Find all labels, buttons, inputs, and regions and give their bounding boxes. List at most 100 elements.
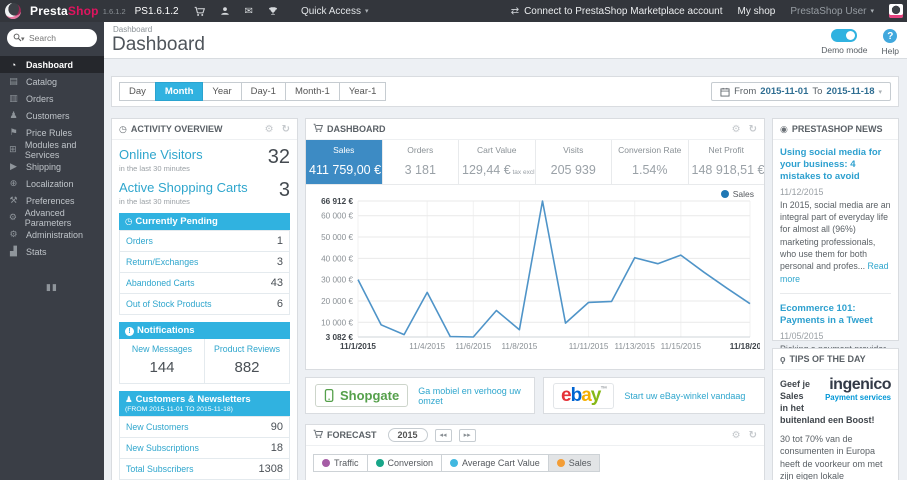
demo-mode-toggle[interactable] bbox=[831, 29, 858, 42]
customer-value: 1308 bbox=[258, 463, 283, 475]
pending-label[interactable]: Orders bbox=[126, 236, 153, 246]
sidebar-item-catalog[interactable]: ▤ Catalog bbox=[0, 73, 104, 90]
kpi-value: 129,44 € tax excl. bbox=[462, 163, 536, 177]
sidebar-item-modules-and-services[interactable]: ⊞ Modules and Services bbox=[0, 140, 104, 160]
pending-label[interactable]: Abandoned Carts bbox=[126, 278, 194, 288]
x-tick-label: 11/4/2015 bbox=[409, 342, 445, 351]
notification-label[interactable]: Product Reviews bbox=[207, 344, 287, 354]
sidebar-item-dashboard[interactable]: ◔ Dashboard bbox=[0, 56, 104, 73]
breadcrumb[interactable]: Dashboard bbox=[113, 25, 152, 34]
sidebar-item-label: Advanced Parameters bbox=[24, 207, 72, 228]
kpi-conversion-rate[interactable]: Conversion Rate 1.54% bbox=[612, 140, 689, 184]
user-menu[interactable]: PrestaShop User ▾ bbox=[790, 6, 874, 17]
help-label: Help bbox=[881, 46, 899, 56]
kpi-value: 3 181 bbox=[404, 163, 436, 177]
marketplace-link[interactable]: ⇄ Connect to PrestaShop Marketplace accou… bbox=[511, 6, 723, 17]
calendar-icon bbox=[720, 87, 730, 96]
quick-access-menu[interactable]: Quick Access ▾ bbox=[301, 6, 369, 17]
backward-button[interactable]: ◂◂ bbox=[434, 428, 452, 442]
forecast-legend-average-cart-value[interactable]: Average Cart Value bbox=[441, 454, 549, 472]
customer-row: New Customers 90 bbox=[119, 416, 290, 438]
kpi-visits[interactable]: Visits 205 939 bbox=[536, 140, 612, 184]
customer-label[interactable]: New Customers bbox=[126, 422, 189, 432]
cart-icon bbox=[313, 123, 324, 135]
kpi-cart-value[interactable]: Cart Value 129,44 € tax excl. bbox=[459, 140, 536, 184]
pending-title: Currently Pending bbox=[135, 216, 218, 227]
sidebar-item-stats[interactable]: ▟ Stats bbox=[0, 243, 104, 260]
date-from-label: From bbox=[734, 86, 757, 97]
sidebar-item-shipping[interactable]: ▶ Shipping bbox=[0, 158, 104, 175]
brand-text: PrestaShop bbox=[30, 4, 99, 18]
sidebar-item-administration[interactable]: ⚙ Administration bbox=[0, 226, 104, 243]
sidebar-item-advanced-parameters[interactable]: ⚙ Advanced Parameters bbox=[0, 207, 104, 228]
version-label: 1.6.1.2 bbox=[102, 6, 126, 16]
refresh-icon[interactable]: ↻ bbox=[749, 430, 757, 441]
range-button-day[interactable]: Day bbox=[119, 82, 156, 101]
ebay-link[interactable]: Start uw eBay-winkel vandaag bbox=[624, 391, 745, 401]
range-button-day-1[interactable]: Day-1 bbox=[240, 82, 286, 101]
range-button-year-1[interactable]: Year-1 bbox=[338, 82, 387, 101]
help-icon[interactable]: ? bbox=[883, 29, 898, 43]
kpi-net-profit[interactable]: Net Profit 148 918,51 € tax excl. bbox=[689, 140, 765, 184]
refresh-icon[interactable]: ↻ bbox=[749, 124, 757, 135]
sidebar-item-localization[interactable]: ⊕ Localization bbox=[0, 175, 104, 192]
gear-icon[interactable]: ⚙ bbox=[732, 124, 741, 135]
forward-button[interactable]: ▸▸ bbox=[458, 428, 476, 442]
pending-row: Out of Stock Products 6 bbox=[119, 294, 290, 315]
y-tick-label: 50 000 € bbox=[321, 233, 353, 242]
pending-label[interactable]: Return/Exchanges bbox=[126, 257, 198, 267]
ingenico-subtitle: Payment services bbox=[825, 393, 891, 402]
range-button-month[interactable]: Month bbox=[154, 82, 204, 101]
read-more-link[interactable]: Read more bbox=[780, 261, 889, 283]
shopgate-name: Shopgate bbox=[340, 388, 400, 403]
active-carts-link[interactable]: Active Shopping Carts bbox=[119, 180, 248, 195]
online-visitors-link[interactable]: Online Visitors bbox=[119, 147, 203, 162]
kpi-label: Visits bbox=[563, 145, 584, 155]
sidebar-search[interactable]: ▾ bbox=[7, 29, 97, 47]
search-input[interactable] bbox=[29, 33, 87, 43]
kpi-sales[interactable]: Sales 411 759,00 € tax excl. bbox=[306, 140, 383, 184]
notification-label[interactable]: New Messages bbox=[122, 344, 202, 354]
sidebar-item-orders[interactable]: ▥ Orders bbox=[0, 90, 104, 107]
customer-label[interactable]: New Subscriptions bbox=[126, 443, 199, 453]
range-button-year[interactable]: Year bbox=[202, 82, 242, 101]
pending-row: Abandoned Carts 43 bbox=[119, 273, 290, 294]
shopgate-link[interactable]: Ga mobiel en verhoog uw omzet bbox=[418, 386, 525, 406]
pending-value: 43 bbox=[270, 277, 283, 289]
gear-icon[interactable]: ⚙ bbox=[732, 430, 741, 441]
legend-dot bbox=[556, 459, 565, 467]
sidebar-item-preferences[interactable]: ⚒ Preferences bbox=[0, 192, 104, 209]
forecast-legend-conversion[interactable]: Conversion bbox=[366, 454, 443, 472]
forecast-legend-traffic[interactable]: Traffic bbox=[313, 454, 368, 472]
user-avatar[interactable] bbox=[889, 4, 903, 18]
kpi-orders[interactable]: Orders 3 181 bbox=[383, 140, 459, 184]
refresh-icon[interactable]: ↻ bbox=[282, 124, 290, 135]
customers-subtitle: (FROM 2015-11-01 TO 2015-11-18) bbox=[125, 406, 233, 413]
x-tick-label: 11/18/2015 bbox=[730, 342, 760, 351]
activity-overview-panel: ◷ ACTIVITY OVERVIEW ⚙ ↻ Online Visitors i… bbox=[111, 118, 298, 480]
customer-label[interactable]: Total Subscribers bbox=[126, 464, 193, 474]
cart-icon[interactable] bbox=[194, 6, 205, 17]
modules-icon: ⊞ bbox=[9, 144, 17, 154]
date-range-button[interactable]: From 2015-11-01 To 2015-11-18 ▾ bbox=[711, 82, 891, 101]
chevron-down-icon: ▾ bbox=[878, 88, 882, 96]
x-tick-label: 11/13/2015 bbox=[615, 342, 656, 351]
news-article-title[interactable]: Ecommerce 101: Payments in a Tweet bbox=[780, 303, 891, 327]
pending-label[interactable]: Out of Stock Products bbox=[126, 299, 212, 309]
sidebar-item-customers[interactable]: ♟ Customers bbox=[0, 107, 104, 124]
range-button-month-1[interactable]: Month-1 bbox=[284, 82, 340, 101]
sidebar-collapse-handle[interactable]: ▮▮ bbox=[0, 282, 104, 293]
sidebar-item-price-rules[interactable]: ⚑ Price Rules bbox=[0, 124, 104, 141]
kpi-value: 205 939 bbox=[550, 163, 596, 177]
customer-value: 18 bbox=[270, 442, 283, 454]
chart-legend[interactable]: Sales bbox=[720, 189, 754, 199]
news-article-title[interactable]: Using social media for your business: 4 … bbox=[780, 147, 891, 183]
mail-icon[interactable]: ✉ bbox=[245, 6, 253, 17]
gear-icon[interactable]: ⚙ bbox=[265, 124, 274, 135]
trophy-icon[interactable] bbox=[268, 6, 278, 16]
shopgate-logo: Shopgate bbox=[315, 384, 409, 407]
my-shop-link[interactable]: My shop bbox=[738, 6, 776, 17]
employee-icon[interactable] bbox=[220, 6, 230, 16]
preferences-icon: ⚒ bbox=[9, 195, 18, 205]
forecast-legend-sales[interactable]: Sales bbox=[547, 454, 601, 472]
